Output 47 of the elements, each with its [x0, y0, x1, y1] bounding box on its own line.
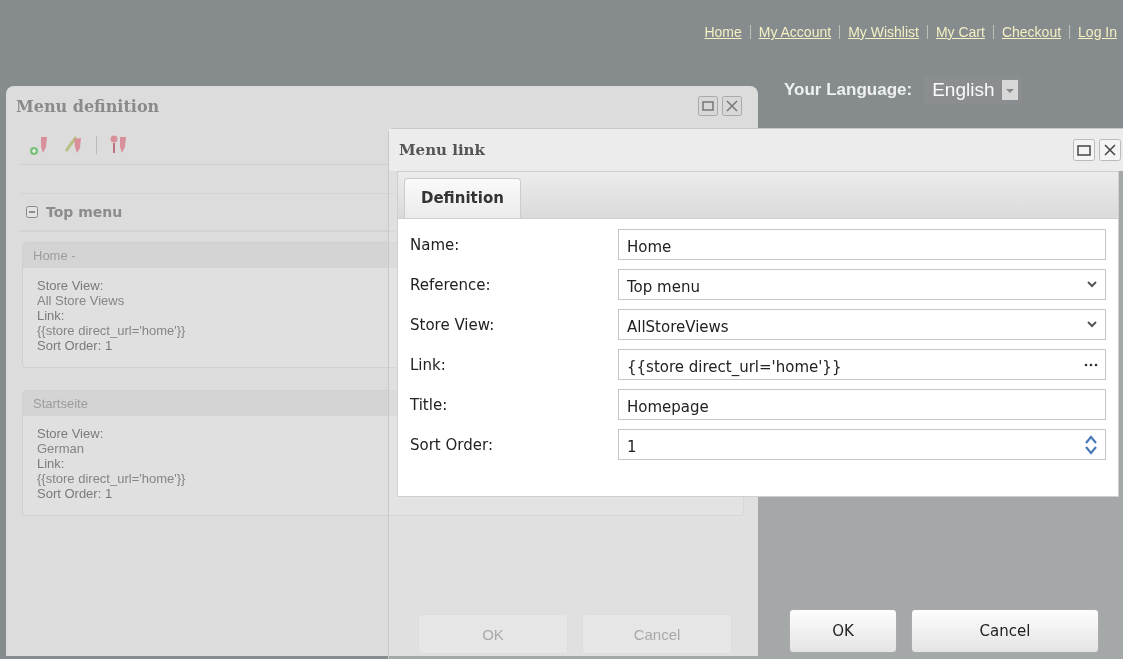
caret-icon [1002, 80, 1019, 100]
field-label: Store View: [37, 426, 104, 441]
close-icon[interactable] [1099, 139, 1121, 161]
text-field[interactable]: Homepage [618, 389, 1106, 420]
field-label: Store View: [410, 315, 496, 334]
field-label: Sort Order: [410, 435, 494, 454]
tree-node[interactable]: Top menu [46, 204, 123, 220]
language-label: Your Language: [784, 80, 913, 100]
field-text: Sort Order: 1 [37, 486, 113, 501]
link-field[interactable]: {{store direct_url='home'}} [618, 349, 1106, 380]
field-label: Link: [37, 456, 65, 471]
field-value: {{store direct_url='home'}} [37, 471, 186, 486]
nav-link[interactable]: Checkout [1001, 24, 1062, 40]
window-title: Menu definition [16, 96, 160, 116]
dialog-button[interactable]: Cancel [911, 609, 1099, 653]
field-value: {{store direct_url='home'}} [37, 323, 186, 338]
tab[interactable]: Definition [404, 178, 521, 218]
dropdown-field[interactable]: AllStoreViews [618, 309, 1106, 340]
field-label: Reference: [410, 275, 492, 294]
maximize-icon[interactable] [1073, 139, 1095, 161]
dialog-button[interactable]: OK [789, 609, 897, 653]
nav-link[interactable]: Home [704, 24, 742, 40]
nav-link[interactable]: My Account [758, 24, 832, 40]
field-value: German [37, 441, 84, 456]
nav-link[interactable]: My Cart [935, 24, 985, 40]
field-text: Sort Order: 1 [37, 338, 113, 353]
field-label: Title: [410, 395, 449, 414]
dialog-button[interactable]: Cancel [582, 614, 732, 654]
dialog-title: Menu link [399, 141, 485, 159]
chevron-down-icon [1086, 320, 1098, 329]
nav-link[interactable]: Log In [1078, 24, 1117, 40]
spinner-arrows-icon[interactable] [1084, 433, 1098, 456]
field-value: All Store Views [37, 293, 125, 308]
more-icon[interactable] [1084, 362, 1098, 367]
collapse-icon[interactable] [26, 206, 38, 218]
card-title: Home - [33, 248, 76, 263]
field-label: Store View: [37, 278, 104, 293]
card-title: Startseite [33, 396, 88, 411]
nav-link[interactable]: My Wishlist [848, 24, 919, 40]
dropdown-field[interactable]: Top menu [618, 269, 1106, 300]
field-label: Link: [37, 308, 65, 323]
chevron-down-icon [1086, 280, 1098, 289]
number-field[interactable]: 1 [618, 429, 1106, 460]
dialog-button[interactable]: OK [418, 614, 568, 654]
language-select[interactable]: English [924, 76, 1023, 104]
maximize-icon[interactable] [698, 96, 718, 116]
text-field[interactable]: Home [618, 229, 1106, 260]
